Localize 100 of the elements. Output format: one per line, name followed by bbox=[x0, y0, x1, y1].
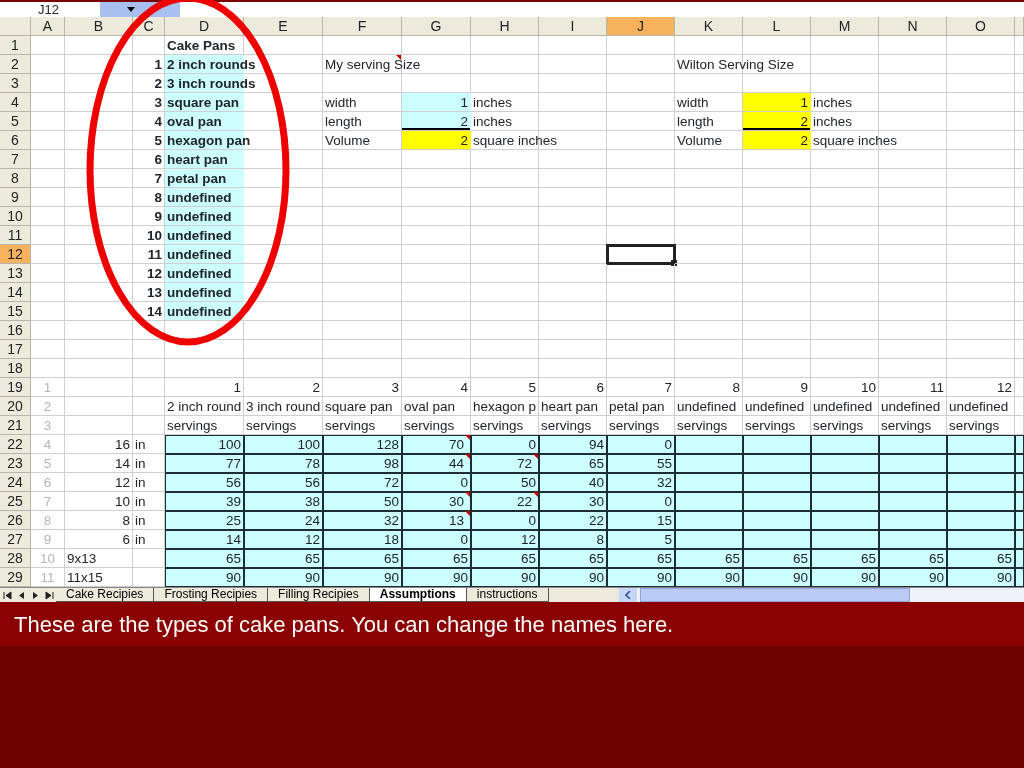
row-header[interactable]: 27 bbox=[0, 530, 31, 549]
row-header[interactable]: 21 bbox=[0, 416, 31, 435]
sheet-tab[interactable]: instructions bbox=[466, 588, 549, 602]
row-header[interactable]: 10 bbox=[0, 207, 31, 226]
column-header[interactable]: L bbox=[743, 17, 811, 36]
column-header[interactable]: E bbox=[244, 17, 323, 36]
cell-text: 44 bbox=[448, 455, 464, 471]
cell-text: 1 bbox=[154, 56, 162, 72]
cell-text: 13 bbox=[146, 284, 162, 300]
column-header[interactable]: O bbox=[947, 17, 1015, 36]
column-header[interactable]: M bbox=[811, 17, 879, 36]
cell-text: 9 bbox=[43, 531, 52, 547]
row-header[interactable]: 7 bbox=[0, 150, 31, 169]
row-header[interactable]: 19 bbox=[0, 378, 31, 397]
cell-text: inches bbox=[473, 113, 513, 129]
row-header[interactable]: 8 bbox=[0, 169, 31, 188]
row-header[interactable]: 29 bbox=[0, 568, 31, 587]
row-header[interactable]: 17 bbox=[0, 340, 31, 359]
row-header[interactable]: 1 bbox=[0, 36, 31, 55]
cell-text: 128 bbox=[376, 436, 399, 452]
column-header[interactable]: I bbox=[539, 17, 607, 36]
cell-text: Wilton Serving Size bbox=[677, 56, 795, 72]
cell-text: 10 bbox=[146, 227, 162, 243]
row-header[interactable]: 13 bbox=[0, 264, 31, 283]
cell-text: 2 bbox=[460, 132, 468, 148]
scrollbar-thumb[interactable] bbox=[639, 588, 910, 602]
sheet-tab[interactable]: Assumptions bbox=[369, 588, 467, 602]
row-header[interactable]: 25 bbox=[0, 492, 31, 511]
row-header[interactable]: 24 bbox=[0, 473, 31, 492]
name-box[interactable]: J12 bbox=[0, 2, 100, 17]
row-header[interactable]: 9 bbox=[0, 188, 31, 207]
sheet-tab[interactable]: Filling Recipies bbox=[268, 588, 370, 602]
cell-text: 12 bbox=[996, 379, 1012, 395]
row-header[interactable]: 3 bbox=[0, 74, 31, 93]
cell-text: 22 bbox=[516, 493, 532, 509]
cell-text: width bbox=[325, 94, 357, 110]
cell-text: 78 bbox=[304, 455, 320, 471]
cell-text: 55 bbox=[656, 455, 672, 471]
column-header[interactable]: J bbox=[607, 17, 675, 36]
row-header[interactable]: 18 bbox=[0, 359, 31, 378]
cell-text: 32 bbox=[383, 512, 399, 528]
column-header[interactable]: D bbox=[165, 17, 244, 36]
column-header[interactable]: G bbox=[402, 17, 471, 36]
row-header[interactable]: 4 bbox=[0, 93, 31, 112]
caret-icon bbox=[127, 7, 135, 12]
cell-text: 1 bbox=[233, 379, 241, 395]
column-header[interactable]: N bbox=[879, 17, 947, 36]
column-header[interactable]: F bbox=[323, 17, 402, 36]
previous-sheet-icon[interactable] bbox=[16, 590, 26, 600]
row-header[interactable]: 26 bbox=[0, 511, 31, 530]
cell-text: 7 bbox=[154, 170, 162, 186]
cell-text: servings bbox=[473, 417, 524, 433]
cell-text: 12 bbox=[304, 531, 320, 547]
cell-text: 50 bbox=[520, 474, 536, 490]
cell-text: length bbox=[325, 113, 362, 129]
row-header[interactable]: 12 bbox=[0, 245, 31, 264]
column-header[interactable]: B bbox=[65, 17, 133, 36]
cell-text: 0 bbox=[528, 436, 536, 452]
cell-text: 5 bbox=[154, 132, 162, 148]
cell-text: 50 bbox=[383, 493, 399, 509]
cell-text: servings bbox=[745, 417, 796, 433]
cell-text: 1 bbox=[43, 379, 52, 395]
next-sheet-icon[interactable] bbox=[30, 590, 40, 600]
row-header[interactable]: 28 bbox=[0, 549, 31, 568]
row-header[interactable]: 16 bbox=[0, 321, 31, 340]
cell-text: 65 bbox=[588, 550, 604, 566]
row-header[interactable]: 22 bbox=[0, 435, 31, 454]
first-sheet-icon[interactable] bbox=[2, 590, 12, 600]
row-header[interactable]: 15 bbox=[0, 302, 31, 321]
cell-text: 24 bbox=[304, 512, 320, 528]
row-header[interactable]: 6 bbox=[0, 131, 31, 150]
row-header[interactable]: 11 bbox=[0, 226, 31, 245]
sheet-tab[interactable]: Cake Recipies bbox=[56, 588, 155, 602]
cell-text: servings bbox=[541, 417, 592, 433]
row-header[interactable]: 5 bbox=[0, 112, 31, 131]
caret-icon bbox=[624, 591, 631, 599]
sheet-tab[interactable]: Frosting Recipies bbox=[154, 588, 269, 602]
cell-text: 65 bbox=[520, 550, 536, 566]
row-header[interactable]: 14 bbox=[0, 283, 31, 302]
cell-text: servings bbox=[609, 417, 660, 433]
row-header[interactable]: 2 bbox=[0, 55, 31, 74]
row-header[interactable]: 20 bbox=[0, 397, 31, 416]
cell-text: 98 bbox=[383, 455, 399, 471]
cell-text: servings bbox=[677, 417, 728, 433]
cell-text: undefined bbox=[167, 189, 232, 205]
column-header[interactable]: K bbox=[675, 17, 743, 36]
cell-text: 100 bbox=[297, 436, 320, 452]
cell-text: 90 bbox=[928, 569, 944, 585]
cell-text: 40 bbox=[588, 474, 604, 490]
cell-text: undefined bbox=[813, 398, 873, 414]
cell-text: 0 bbox=[664, 436, 672, 452]
scroll-left-button[interactable] bbox=[618, 588, 637, 602]
cell-text: 8 bbox=[43, 512, 52, 528]
horizontal-scrollbar[interactable] bbox=[618, 588, 1024, 602]
cell-text: 10 bbox=[114, 493, 130, 509]
cell-text: 8 bbox=[122, 512, 130, 528]
column-header[interactable]: A bbox=[31, 17, 65, 36]
last-sheet-icon[interactable] bbox=[44, 590, 54, 600]
row-header[interactable]: 23 bbox=[0, 454, 31, 473]
column-header[interactable]: H bbox=[471, 17, 539, 36]
